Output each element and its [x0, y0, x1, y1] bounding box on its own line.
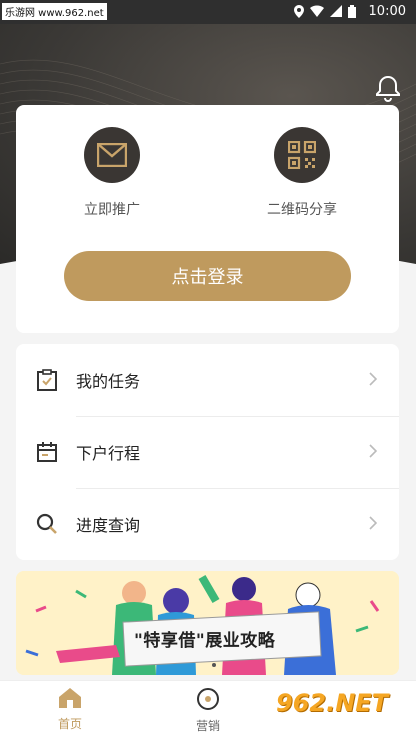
bell-icon[interactable] [374, 74, 402, 102]
mail-icon [97, 143, 127, 167]
chevron-right-icon [369, 372, 377, 386]
home-icon [59, 688, 81, 708]
banner-illustration [16, 571, 399, 675]
signal-icon [330, 5, 342, 17]
calendar-icon [37, 442, 57, 462]
qr-share-action[interactable]: 二维码分享 [242, 127, 362, 219]
status-bar: 乐游网 www.962.net 10:00 [0, 0, 416, 24]
status-icons [294, 5, 356, 18]
banner-title: "特享借"展业攻略 [134, 631, 276, 651]
tab-marketing[interactable]: 营销 [168, 687, 248, 734]
menu-item-label: 我的任务 [76, 372, 141, 391]
tab-label: 首页 [57, 717, 82, 731]
chevron-right-icon [369, 444, 377, 458]
menu-item-label: 下户行程 [76, 444, 141, 463]
wifi-icon [310, 5, 324, 17]
login-button[interactable]: 点击登录 [64, 251, 351, 301]
battery-icon [348, 5, 356, 18]
menu-list: 我的任务 下户行程 进度查询 [16, 344, 399, 560]
promo-banner[interactable]: "特享借"展业攻略 [16, 571, 399, 675]
watermark: 962.NET [276, 689, 389, 717]
menu-item-label: 进度查询 [76, 516, 141, 535]
promote-action[interactable]: 立即推广 [52, 127, 172, 219]
menu-item-progress-query[interactable]: 进度查询 [16, 488, 399, 560]
menu-item-visit-schedule[interactable]: 下户行程 [16, 416, 399, 488]
chevron-right-icon [369, 516, 377, 530]
promote-label: 立即推广 [84, 202, 140, 218]
search-icon [36, 513, 57, 534]
source-label: 乐游网 www.962.net [2, 3, 107, 20]
qr-icon-circle[interactable] [274, 127, 330, 183]
location-icon [294, 5, 304, 18]
qr-share-label: 二维码分享 [267, 202, 337, 218]
menu-item-my-tasks[interactable]: 我的任务 [16, 344, 399, 416]
clock: 10:00 [368, 4, 406, 19]
promote-icon-circle[interactable] [84, 127, 140, 183]
tab-home[interactable]: 首页 [30, 687, 110, 732]
compass-icon [197, 688, 219, 710]
task-clipboard-icon [37, 369, 57, 391]
tab-label: 营销 [195, 719, 220, 733]
qr-code-icon [288, 141, 316, 169]
promo-card: 立即推广 二维码分享 点击登录 [16, 105, 399, 333]
